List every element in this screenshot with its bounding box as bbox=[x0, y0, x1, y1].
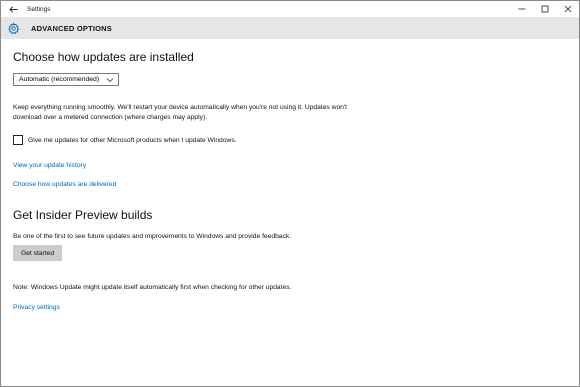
updates-description-line2: download over a metered connection (wher… bbox=[13, 114, 208, 121]
updates-description: Keep everything running smoothly. We'll … bbox=[13, 103, 573, 123]
dropdown-selected-value: Automatic (recommended) bbox=[19, 76, 100, 83]
close-button[interactable] bbox=[556, 1, 579, 17]
back-arrow-icon bbox=[8, 5, 17, 13]
gear-icon bbox=[6, 21, 20, 35]
update-delivery-link[interactable]: Choose how updates are delivered bbox=[13, 181, 116, 188]
maximize-button[interactable] bbox=[533, 1, 556, 17]
page-header: ADVANCED OPTIONS bbox=[1, 17, 579, 39]
other-products-option[interactable]: Give me updates for other Microsoft prod… bbox=[13, 135, 237, 145]
page-title: ADVANCED OPTIONS bbox=[31, 23, 112, 33]
close-icon bbox=[564, 5, 571, 13]
insider-heading: Get Insider Preview builds bbox=[13, 208, 153, 222]
update-note: Note: Windows Update might update itself… bbox=[13, 284, 292, 291]
updates-description-line1: Keep everything running smoothly. We'll … bbox=[13, 104, 348, 111]
update-history-link[interactable]: View your update history bbox=[13, 162, 86, 169]
minimize-button[interactable] bbox=[510, 1, 533, 17]
insider-description: Be one of the first to see future update… bbox=[13, 233, 292, 240]
get-started-button[interactable]: Get started bbox=[13, 245, 62, 261]
other-products-checkbox-label: Give me updates for other Microsoft prod… bbox=[28, 136, 237, 144]
chevron-down-icon bbox=[106, 78, 114, 83]
window-controls bbox=[510, 1, 579, 17]
title-bar: Settings bbox=[1, 1, 579, 17]
settings-window: Settings ADVANCED OPTIONS Choose how upd… bbox=[0, 0, 580, 387]
maximize-icon bbox=[541, 5, 548, 13]
minimize-icon bbox=[518, 8, 525, 10]
privacy-settings-link[interactable]: Privacy settings bbox=[13, 304, 60, 311]
other-products-checkbox[interactable] bbox=[13, 135, 23, 145]
updates-heading: Choose how updates are installed bbox=[13, 50, 194, 64]
back-button[interactable] bbox=[1, 1, 25, 17]
window-title: Settings bbox=[27, 5, 51, 13]
update-mode-dropdown[interactable]: Automatic (recommended) bbox=[13, 73, 119, 86]
